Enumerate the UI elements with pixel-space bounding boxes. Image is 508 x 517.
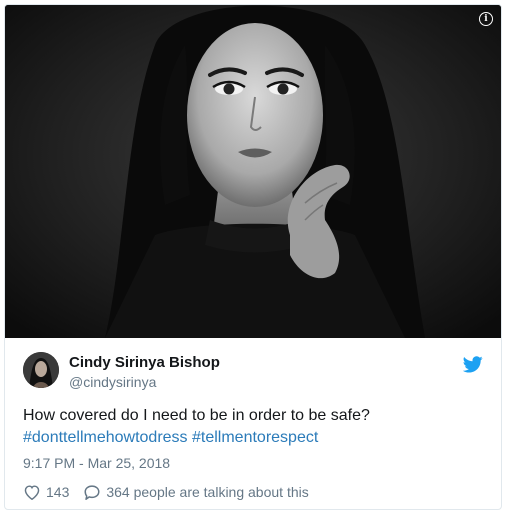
tweet-photo[interactable]: i — [5, 5, 501, 338]
twitter-bird-icon[interactable] — [463, 356, 483, 373]
like-count: 143 — [46, 484, 70, 500]
tweet-timestamp[interactable]: 9:17 PM - Mar 25, 2018 — [23, 455, 170, 471]
info-glyph: i — [484, 13, 488, 24]
portrait-image — [5, 5, 501, 338]
heart-icon — [24, 485, 40, 500]
tweet-text: How covered do I need to be in order to … — [23, 405, 483, 449]
speech-bubble-icon — [84, 484, 100, 500]
avatar[interactable] — [23, 352, 59, 388]
hashtag-link[interactable]: #donttellmehowtodress — [23, 429, 188, 446]
tweet-card: i Cindy Sirinya Bishop @cindysirinya How… — [4, 4, 502, 510]
author-name[interactable]: Cindy Sirinya Bishop — [69, 354, 220, 371]
reply-button[interactable]: 364 people are talking about this — [83, 484, 309, 501]
tweet-author: Cindy Sirinya Bishop @cindysirinya — [23, 350, 483, 394]
author-handle[interactable]: @cindysirinya — [69, 374, 156, 390]
hashtag-link[interactable]: #tellmentorespect — [192, 429, 318, 446]
like-button[interactable]: 143 — [23, 484, 83, 500]
tweet-actions: 143 364 people are talking about this — [23, 482, 309, 502]
info-icon[interactable]: i — [479, 12, 493, 26]
tweet-body: How covered do I need to be in order to … — [23, 407, 370, 424]
avatar-image — [23, 352, 59, 388]
reply-count-text: 364 people are talking about this — [106, 484, 309, 500]
